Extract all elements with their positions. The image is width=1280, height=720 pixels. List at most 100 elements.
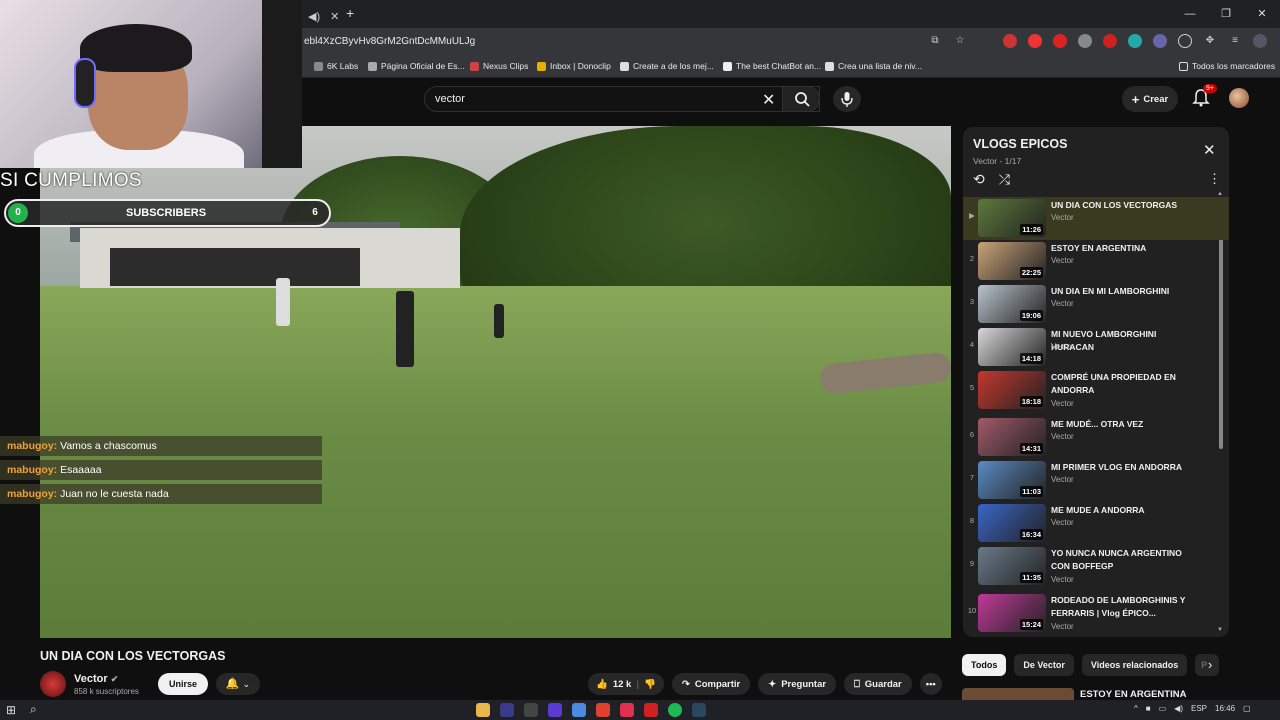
minimize-icon[interactable]: — bbox=[1172, 0, 1208, 28]
playlist-item-thumbnail[interactable]: 14:18 bbox=[978, 328, 1046, 366]
playlist-item[interactable]: 5 18:18 COMPRÉ UNA PROPIEDAD EN ANDORRA Vec… bbox=[963, 369, 1229, 416]
language-indicator[interactable]: ESP bbox=[1191, 704, 1207, 713]
bookmark[interactable]: 6K Labs bbox=[314, 61, 358, 71]
playlist-item-thumbnail[interactable]: 14:31 bbox=[978, 418, 1046, 456]
playlist-item-thumbnail[interactable]: 22:25 bbox=[978, 242, 1046, 280]
extension-icon[interactable] bbox=[1178, 34, 1192, 48]
network-icon[interactable]: ▭ bbox=[1159, 704, 1167, 713]
playlist-item-title[interactable]: UN DIA CON LOS VECTORGAS bbox=[1051, 199, 1201, 212]
clear-search-icon[interactable]: ✕ bbox=[762, 90, 775, 110]
tray-icon[interactable]: ■ bbox=[1146, 704, 1151, 713]
taskbar-search-icon[interactable]: ⌕ bbox=[30, 702, 37, 717]
app-icon[interactable] bbox=[500, 703, 514, 717]
maximize-icon[interactable]: ❐ bbox=[1208, 0, 1244, 28]
playlist-item[interactable]: 9 11:35 YO NUNCA NUNCA ARGENTINO CON BOFFE… bbox=[963, 545, 1229, 592]
chevron-right-icon[interactable]: › bbox=[1208, 657, 1212, 672]
install-icon[interactable]: ⧉ bbox=[928, 34, 942, 48]
playlist-item-title[interactable]: ME MUDÉ... OTRA VEZ bbox=[1051, 418, 1201, 431]
bookmark[interactable]: The best ChatBot an... bbox=[723, 61, 821, 71]
playlist-item-title[interactable]: YO NUNCA NUNCA ARGENTINO CON BOFFEGP bbox=[1051, 547, 1201, 573]
app-icon[interactable] bbox=[620, 703, 634, 717]
playlist-item-thumbnail[interactable]: 18:18 bbox=[978, 371, 1046, 409]
playlist-item[interactable]: 4 14:18 MI NUEVO LAMBORGHINI HURACAN Vector bbox=[963, 326, 1229, 369]
extension-icon[interactable] bbox=[1028, 34, 1042, 48]
search-button[interactable] bbox=[782, 86, 820, 112]
loop-icon[interactable]: ⟲ bbox=[973, 171, 985, 188]
more-actions-button[interactable]: ••• bbox=[919, 673, 942, 695]
save-button[interactable]: ⎕ Guardar bbox=[844, 673, 912, 695]
create-button[interactable]: + Crear bbox=[1122, 86, 1178, 112]
playlist-menu-icon[interactable]: ⋮ bbox=[1208, 171, 1221, 187]
bookmark[interactable]: Página Oficial de Es... bbox=[368, 61, 465, 71]
steam-icon[interactable] bbox=[692, 703, 706, 717]
voice-search-button[interactable] bbox=[833, 86, 861, 112]
search-input[interactable]: vector bbox=[435, 93, 465, 105]
extension-icon[interactable] bbox=[1053, 34, 1067, 48]
extension-icon[interactable] bbox=[1103, 34, 1117, 48]
spotify-icon[interactable] bbox=[668, 703, 682, 717]
app-icon[interactable] bbox=[596, 703, 610, 717]
subscription-bell-button[interactable]: 🔔 ⌄ bbox=[216, 673, 260, 695]
close-playlist-icon[interactable]: ✕ bbox=[1203, 141, 1216, 159]
chip-de-vector[interactable]: De Vector bbox=[1014, 654, 1074, 676]
clock[interactable]: 16:46 bbox=[1215, 704, 1235, 713]
app-icon[interactable] bbox=[644, 703, 658, 717]
share-button[interactable]: ↷ Compartir bbox=[671, 673, 751, 695]
join-button[interactable]: Unirse bbox=[158, 673, 208, 695]
playlist-item[interactable]: 7 11:03 MI PRIMER VLOG EN ANDORRA Vector bbox=[963, 459, 1229, 502]
playlist-item-thumbnail[interactable]: 11:26 bbox=[978, 199, 1046, 237]
playlist-item[interactable]: 2 22:25 ESTOY EN ARGENTINA Vector bbox=[963, 240, 1229, 283]
bookmark[interactable]: Create a de los mej... bbox=[620, 61, 714, 71]
extension-icon[interactable] bbox=[1128, 34, 1142, 48]
ask-button[interactable]: ✦ Preguntar bbox=[758, 673, 837, 695]
windows-start-icon[interactable]: ⊞ bbox=[6, 703, 16, 717]
playlist-item[interactable]: 6 14:31 ME MUDÉ... OTRA VEZ Vector bbox=[963, 416, 1229, 459]
app-icon[interactable] bbox=[548, 703, 562, 717]
playlist-item[interactable]: 8 16:34 ME MUDE A ANDORRA Vector bbox=[963, 502, 1229, 545]
account-avatar[interactable] bbox=[1229, 88, 1249, 108]
playlist-item-thumbnail[interactable]: 19:06 bbox=[978, 285, 1046, 323]
channel-name[interactable]: Vector ✔ bbox=[74, 673, 118, 685]
playlist-item[interactable]: 3 19:06 UN DIA EN MI LAMBORGHINI Vector bbox=[963, 283, 1229, 326]
playlist-item[interactable]: ▶ 11:26 UN DIA CON LOS VECTORGAS Vector bbox=[963, 197, 1229, 240]
close-tab-icon[interactable]: ✕ bbox=[330, 10, 339, 23]
chip-videos-relacionados[interactable]: Videos relacionados bbox=[1081, 654, 1188, 676]
bookmark[interactable]: Crea una lista de niv... bbox=[825, 61, 922, 71]
star-icon[interactable]: ☆ bbox=[953, 34, 967, 48]
playlist-item-title[interactable]: MI PRIMER VLOG EN ANDORRA bbox=[1051, 461, 1201, 474]
chevron-up-icon[interactable]: ^ bbox=[1134, 704, 1138, 713]
puzzle-icon[interactable]: ✥ bbox=[1203, 34, 1217, 48]
extension-icon[interactable] bbox=[1003, 34, 1017, 48]
notification-center-icon[interactable]: ▢ bbox=[1243, 704, 1251, 713]
playlist-item-title[interactable]: ESTOY EN ARGENTINA bbox=[1051, 242, 1201, 255]
search-box[interactable]: vector ✕ bbox=[424, 86, 820, 112]
playlist-title[interactable]: VLOGS EPICOS bbox=[973, 137, 1067, 151]
bookmark[interactable]: Inbox | Donoclip bbox=[537, 61, 611, 71]
channel-avatar[interactable] bbox=[40, 671, 66, 697]
profile-icon[interactable] bbox=[1253, 34, 1267, 48]
bookmarks-folder[interactable]: Todos los marcadores bbox=[1179, 61, 1275, 71]
playlist-item-thumbnail[interactable]: 11:03 bbox=[978, 461, 1046, 499]
app-icon[interactable] bbox=[524, 703, 538, 717]
extension-icon[interactable] bbox=[1078, 34, 1092, 48]
playlist-item-title[interactable]: RODEADO DE LAMBORGHINIS Y FERRARIS | Vlo… bbox=[1051, 594, 1201, 620]
browser-tab[interactable]: ◀) ✕ bbox=[302, 4, 364, 28]
playlist-item-thumbnail[interactable]: 16:34 bbox=[978, 504, 1046, 542]
new-tab-button[interactable]: + bbox=[346, 5, 354, 21]
playlist-item-title[interactable]: UN DIA EN MI LAMBORGHINI bbox=[1051, 285, 1201, 298]
like-button[interactable]: 👍 12 k bbox=[596, 679, 631, 690]
playlist-item-thumbnail[interactable]: 15:24 bbox=[978, 594, 1046, 632]
folder-icon[interactable] bbox=[476, 703, 490, 717]
playlist-item-thumbnail[interactable]: 11:35 bbox=[978, 547, 1046, 585]
url-field[interactable]: ebl4XzCByvHv8GrM2GntDcMMuULJg bbox=[304, 36, 475, 47]
thumbs-down-icon[interactable]: 👎 bbox=[644, 679, 656, 690]
bookmark[interactable]: Nexus Clips bbox=[470, 61, 528, 71]
playlist-item-title[interactable]: ME MUDE A ANDORRA bbox=[1051, 504, 1201, 517]
media-icon[interactable]: ≡ bbox=[1228, 34, 1242, 48]
chrome-icon[interactable] bbox=[572, 703, 586, 717]
playlist-item[interactable]: 10 15:24 RODEADO DE LAMBORGHINIS Y FERRARI… bbox=[963, 592, 1229, 637]
recommended-title[interactable]: ESTOY EN ARGENTINA bbox=[1080, 689, 1186, 700]
shuffle-icon[interactable]: ⤮ bbox=[999, 171, 1010, 188]
close-window-icon[interactable]: ✕ bbox=[1244, 0, 1280, 28]
extension-icon[interactable] bbox=[1153, 34, 1167, 48]
